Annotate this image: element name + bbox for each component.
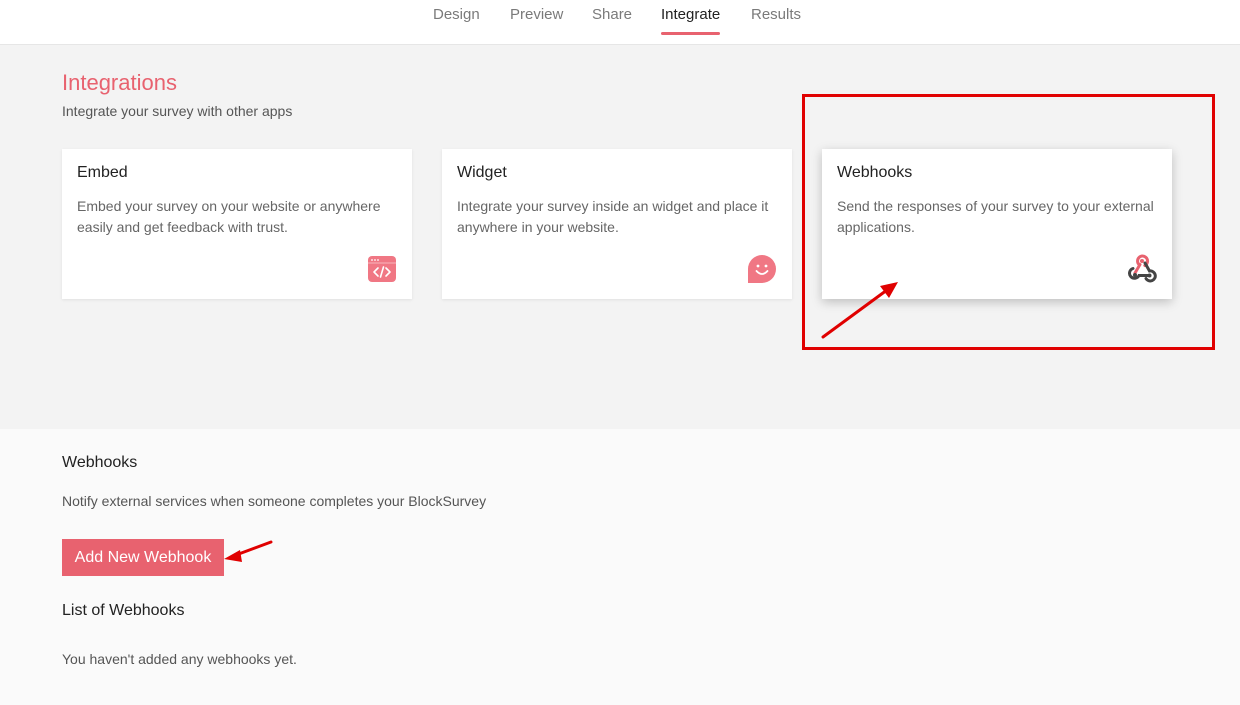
webhooks-description: Notify external services when someone co…	[62, 493, 487, 509]
tab-preview[interactable]: Preview	[510, 6, 563, 36]
card-title: Widget	[457, 164, 507, 181]
webhooks-empty-text: You haven't added any webhooks yet.	[62, 651, 297, 667]
webhooks-section-title: Webhooks	[62, 454, 138, 471]
code-window-icon	[368, 256, 396, 282]
card-description: Integrate your survey inside an widget a…	[457, 198, 769, 235]
tab-integrate[interactable]: Integrate	[661, 6, 721, 36]
tab-share[interactable]: Share	[592, 6, 632, 36]
widget-card[interactable]: Widget Integrate your survey inside an w…	[442, 149, 792, 299]
card-title: Embed	[77, 164, 128, 181]
embed-card[interactable]: Embed Embed your survey on your website …	[62, 149, 412, 299]
page-title: Integrations	[62, 70, 177, 95]
tab-design[interactable]: Design	[433, 6, 480, 36]
add-new-webhook-button[interactable]: Add New Webhook	[62, 539, 224, 576]
top-nav: Design Preview Share Integrate Results	[0, 0, 1240, 45]
page-subtitle: Integrate your survey with other apps	[62, 103, 293, 119]
annotation-arrow-to-button	[224, 540, 273, 562]
tab-results[interactable]: Results	[751, 6, 801, 36]
card-description: Embed your survey on your website or any…	[77, 198, 381, 235]
annotation-highlight-box	[802, 94, 1215, 350]
webhooks-list-title: List of Webhooks	[62, 602, 185, 619]
smiley-chat-icon	[748, 255, 776, 283]
